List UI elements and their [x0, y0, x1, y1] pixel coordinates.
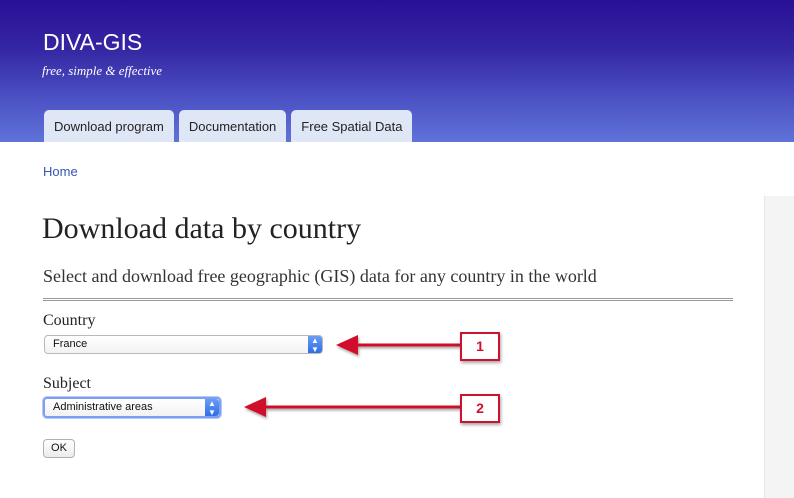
- arrow-2-head: [244, 397, 266, 417]
- arrow-1-head: [336, 335, 358, 355]
- annotation-badge-2: 2: [460, 394, 500, 423]
- annotation-arrows: [244, 335, 460, 417]
- annotation-badge-1: 1: [460, 332, 500, 361]
